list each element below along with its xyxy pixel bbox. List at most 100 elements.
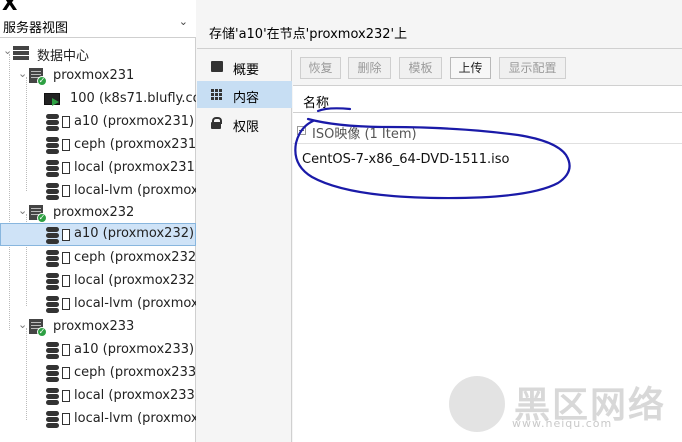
tree-node-label: a10 (proxmox231) bbox=[74, 114, 195, 129]
tree-node-storage-selected[interactable]: a10 (proxmox232) bbox=[0, 223, 196, 246]
tree-node-label: a10 (proxmox233) bbox=[74, 342, 195, 357]
database-icon bbox=[46, 183, 59, 200]
tree-node-storage[interactable]: local (proxmox233) bbox=[0, 385, 196, 408]
tree-node-storage[interactable]: local-lvm (proxmox23 bbox=[0, 408, 196, 431]
watermark: 黑区网络 www.heiqu.com bbox=[447, 372, 682, 442]
group-label: ISO映像 (1 Item) bbox=[312, 127, 417, 142]
tree-node-vm-100[interactable]: 100 (k8s71.blufly.com bbox=[0, 88, 196, 111]
storage-doc-icon bbox=[62, 116, 70, 128]
database-icon bbox=[46, 342, 59, 359]
tree-node-storage[interactable]: local-lvm (proxmox23 bbox=[0, 293, 196, 316]
storage-doc-icon bbox=[62, 252, 70, 264]
collapse-arrow-icon[interactable]: ⌄ bbox=[18, 204, 27, 217]
chevron-down-icon[interactable]: ⌄ bbox=[179, 15, 188, 28]
database-icon bbox=[46, 227, 59, 244]
running-vm-icon bbox=[44, 93, 60, 106]
tab-label: 权限 bbox=[233, 120, 260, 135]
tree-node-label: local-lvm (proxmox23 bbox=[74, 296, 196, 311]
tree-node-label: a10 (proxmox232) bbox=[74, 226, 195, 241]
upload-button[interactable]: 上传 bbox=[450, 57, 491, 79]
tree-node-label: ceph (proxmox232) bbox=[74, 250, 196, 265]
remove-button[interactable]: 删除 bbox=[348, 57, 391, 79]
collapse-arrow-icon[interactable]: ⌄ bbox=[3, 44, 12, 57]
tab-content[interactable]: 内容 bbox=[197, 81, 292, 108]
tree-node-storage[interactable]: local (proxmox232) bbox=[0, 270, 196, 293]
tree-node-storage[interactable]: ceph (proxmox232) bbox=[0, 247, 196, 270]
storage-doc-icon bbox=[62, 367, 70, 379]
tab-summary[interactable]: 概要 bbox=[197, 53, 292, 80]
watermark-logo-icon bbox=[449, 376, 505, 432]
page-title: 存储'a10'在节点'proxmox232'上 bbox=[209, 27, 408, 42]
tree-node-label: 数据中心 bbox=[37, 49, 90, 64]
online-check-icon: ✓ bbox=[37, 327, 47, 337]
restore-button[interactable]: 恢复 bbox=[300, 57, 341, 79]
resource-tree-panel: X 服务器视图 ⌄ ⌄ 数据中心 ⌄ ✓ proxmox231 100 (k8s… bbox=[0, 0, 196, 442]
database-icon bbox=[46, 160, 59, 177]
tree-node-label: local (proxmox233) bbox=[74, 388, 196, 403]
storage-doc-icon bbox=[62, 390, 70, 402]
tree-node-storage[interactable]: a10 (proxmox233) bbox=[0, 339, 196, 362]
view-selector[interactable]: 服务器视图 ⌄ bbox=[0, 14, 196, 38]
storage-doc-icon bbox=[62, 162, 70, 174]
storage-doc-icon bbox=[62, 413, 70, 425]
online-check-icon: ✓ bbox=[37, 76, 47, 86]
tree-node-label: local (proxmox232) bbox=[74, 273, 196, 288]
storage-doc-icon bbox=[62, 139, 70, 151]
collapse-arrow-icon[interactable]: ⌄ bbox=[18, 318, 27, 331]
watermark-url: www.heiqu.com bbox=[512, 417, 613, 430]
tab-label: 概要 bbox=[233, 63, 260, 78]
tree-node-proxmox233[interactable]: ⌄ ✓ proxmox233 bbox=[0, 316, 196, 339]
storage-doc-icon bbox=[62, 298, 70, 310]
datacenter-icon bbox=[13, 46, 29, 60]
database-icon bbox=[46, 250, 59, 267]
database-icon bbox=[46, 114, 59, 131]
view-selector-value: 服务器视图 bbox=[3, 21, 69, 36]
database-icon bbox=[46, 365, 59, 382]
tree-node-label: ceph (proxmox233) bbox=[74, 365, 196, 380]
storage-doc-icon bbox=[62, 229, 70, 241]
database-icon bbox=[46, 137, 59, 154]
database-icon bbox=[46, 296, 59, 313]
database-icon bbox=[46, 411, 59, 428]
grid-header: 名称 bbox=[293, 87, 682, 113]
panel-header: 存储'a10'在节点'proxmox232'上 bbox=[197, 13, 682, 49]
tree-node-label: local (proxmox231) bbox=[74, 160, 196, 175]
database-icon bbox=[46, 388, 59, 405]
tree-node-proxmox232[interactable]: ⌄ ✓ proxmox232 bbox=[0, 202, 196, 225]
storage-doc-icon bbox=[62, 185, 70, 197]
database-icon bbox=[46, 273, 59, 290]
book-icon bbox=[211, 61, 223, 72]
tree-node-storage[interactable]: local (proxmox231) bbox=[0, 157, 196, 180]
storage-doc-icon bbox=[62, 275, 70, 287]
collapse-group-icon[interactable] bbox=[297, 126, 306, 135]
tree-node-label: local-lvm (proxmox23 bbox=[74, 183, 196, 198]
tree-node-label: proxmox233 bbox=[53, 319, 135, 334]
tree-node-label: proxmox232 bbox=[53, 205, 135, 220]
collapse-arrow-icon[interactable]: ⌄ bbox=[18, 67, 27, 80]
resource-tree: ⌄ 数据中心 ⌄ ✓ proxmox231 100 (k8s71.blufly.… bbox=[0, 42, 196, 442]
tab-permissions[interactable]: 权限 bbox=[197, 110, 292, 137]
storage-doc-icon bbox=[62, 344, 70, 356]
tree-node-label: 100 (k8s71.blufly.com bbox=[70, 91, 196, 106]
tree-node-datacenter[interactable]: ⌄ 数据中心 bbox=[0, 42, 196, 65]
table-row[interactable]: CentOS-7-x86_64-DVD-1511.iso bbox=[293, 147, 682, 173]
tab-label: 内容 bbox=[233, 91, 260, 106]
content-toolbar: 恢复 删除 模板 上传 显示配置 bbox=[293, 50, 682, 86]
detail-tabs: 概要 内容 权限 bbox=[197, 50, 292, 442]
online-check-icon: ✓ bbox=[37, 213, 47, 223]
tree-node-proxmox231[interactable]: ⌄ ✓ proxmox231 bbox=[0, 65, 196, 88]
show-config-button[interactable]: 显示配置 bbox=[499, 57, 566, 79]
tree-node-label: proxmox231 bbox=[53, 68, 135, 83]
lock-icon bbox=[211, 117, 222, 129]
template-button[interactable]: 模板 bbox=[399, 57, 442, 79]
tree-node-label: ceph (proxmox231) bbox=[74, 137, 196, 152]
tree-node-storage[interactable]: local-lvm (proxmox23 bbox=[0, 180, 196, 203]
group-row-iso[interactable]: ISO映像 (1 Item) bbox=[293, 118, 682, 144]
tree-node-storage[interactable]: ceph (proxmox233) bbox=[0, 362, 196, 385]
file-name: CentOS-7-x86_64-DVD-1511.iso bbox=[302, 152, 510, 167]
tree-node-storage[interactable]: a10 (proxmox231) bbox=[0, 111, 196, 134]
tree-node-storage[interactable]: ceph (proxmox231) bbox=[0, 134, 196, 157]
grid-icon bbox=[211, 89, 223, 100]
column-header-name[interactable]: 名称 bbox=[303, 92, 329, 111]
app-logo-fragment: X bbox=[0, 0, 196, 14]
